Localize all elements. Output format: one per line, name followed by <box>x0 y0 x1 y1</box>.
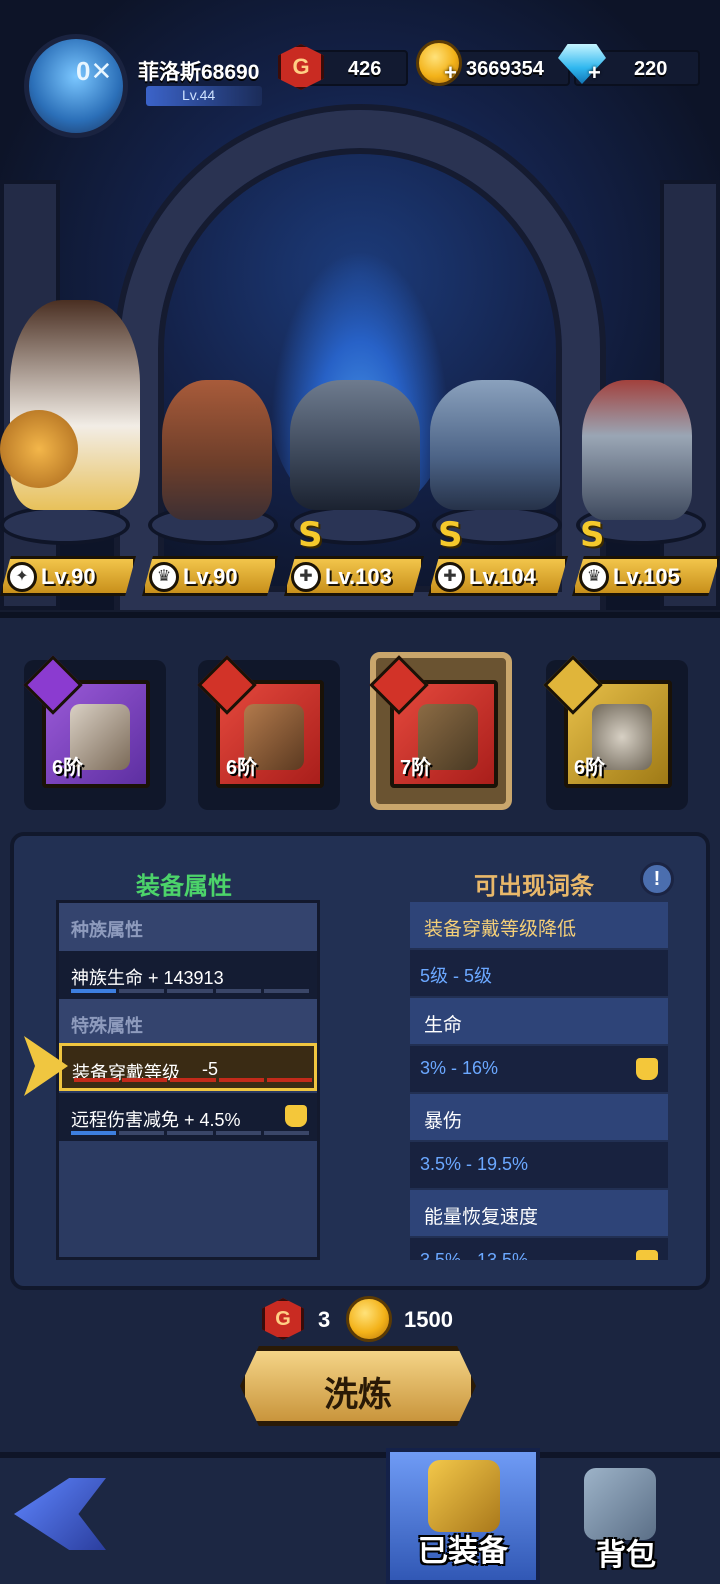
slot-tier: 6阶 <box>226 757 258 779</box>
affix-range-row: 3.5% - 19.5% <box>410 1142 668 1188</box>
wing-class-icon: ✦ <box>7 562 37 592</box>
tab-equipped[interactable]: 已装备 <box>386 1448 540 1584</box>
slot-tier: 6阶 <box>52 757 84 779</box>
thumbs-up-icon <box>636 1058 658 1080</box>
player-level-bar: Lv.44 <box>146 86 262 106</box>
gem-count: 426 <box>348 58 382 80</box>
affix-list: 装备穿戴等级降低 5级 - 5级 生命 3% - 16% 暴伤 3.5% - 1… <box>410 900 670 1260</box>
tab-bag-label: 背包 <box>596 1539 656 1572</box>
beast-class-icon: ♛ <box>149 562 179 592</box>
hero-level-tag: ✚ Lv.103 <box>284 556 424 596</box>
special-stat-label: 远程伤害减免 + 4.5% <box>71 1110 241 1130</box>
special-attribute-row-highlighted[interactable]: 装备穿戴等级 -5 <box>59 1043 317 1091</box>
hero-mech-spider[interactable] <box>430 380 560 510</box>
gem-cost: 3 <box>318 1307 331 1332</box>
refine-button-label: 洗炼 <box>324 1376 392 1414</box>
affix-range: 5级 - 5级 <box>420 966 493 986</box>
race-attribute-header: 种族属性 <box>59 903 317 951</box>
thumbs-up-icon <box>636 1250 658 1260</box>
affix-row: 暴伤 <box>410 1094 668 1140</box>
special-attribute-row[interactable]: 远程伤害减免 + 4.5% <box>59 1093 317 1141</box>
hero-level-tag: ♛ Lv.90 <box>142 556 278 596</box>
thumbs-up-icon <box>285 1105 307 1127</box>
affix-range: 3.5% - 19.5% <box>420 1154 529 1174</box>
affix-name: 暴伤 <box>424 1111 463 1132</box>
add-diamond-icon[interactable]: + <box>588 60 601 86</box>
slot-tier: 7阶 <box>400 757 432 779</box>
race-header-label: 种族属性 <box>71 920 143 940</box>
tab-bag[interactable]: 背包 <box>556 1460 696 1584</box>
affix-range-row: 3% - 16% <box>410 1046 668 1092</box>
hero-rank: S <box>298 515 323 555</box>
hero-level-tag: ✚ Lv.104 <box>428 556 568 596</box>
hero-fox[interactable] <box>162 380 272 520</box>
info-button[interactable]: ! <box>640 862 674 896</box>
hero-level: Lv.90 <box>183 564 238 589</box>
affix-range-row: 5级 - 5级 <box>410 950 668 996</box>
special-stat-value: -5 <box>202 1059 219 1079</box>
player-name: 菲洛斯68690 <box>138 61 260 84</box>
affix-name: 生命 <box>424 1015 463 1036</box>
hero-crow-mage[interactable] <box>582 380 692 520</box>
player-level: Lv.44 <box>182 87 216 103</box>
avatar-badge-icon: 0✕ <box>76 56 113 86</box>
wrench-class-icon: ✚ <box>291 562 321 592</box>
affix-range-row: 3.5% - 13.5% <box>410 1238 668 1260</box>
affix-range: 3.5% - 13.5% <box>420 1250 529 1260</box>
hero-mech-beast[interactable] <box>290 380 420 510</box>
affix-row: 生命 <box>410 998 668 1044</box>
affix-name: 能量恢复速度 <box>424 1207 539 1228</box>
affixes-title: 可出现词条 <box>474 873 594 900</box>
stat-progress-bar <box>71 1131 310 1135</box>
beast-class-icon: ♛ <box>579 562 609 592</box>
hero-rank: S <box>580 515 605 555</box>
refine-button[interactable]: 洗炼 <box>240 1346 476 1426</box>
tab-equipped-label: 已装备 <box>418 1535 508 1568</box>
attributes-title: 装备属性 <box>136 873 232 900</box>
hero-rank: S <box>438 515 463 555</box>
stat-progress-bar <box>74 1078 313 1082</box>
attribute-list: 种族属性 神族生命 + 143913 特殊属性 装备穿戴等级 -5 远程伤害减免… <box>56 900 320 1260</box>
hero-level: Lv.90 <box>41 564 96 589</box>
hero-level: Lv.103 <box>325 564 392 589</box>
slot-tier: 6阶 <box>574 757 606 779</box>
affix-range: 3% - 16% <box>420 1058 499 1078</box>
special-header-label: 特殊属性 <box>71 1016 143 1036</box>
wrench-class-icon: ✚ <box>435 562 465 592</box>
special-attribute-header: 特殊属性 <box>59 999 317 1047</box>
equipment-crest-icon <box>428 1460 500 1532</box>
hero-level-tag: ♛ Lv.105 <box>572 556 720 596</box>
affix-name: 装备穿戴等级降低 <box>424 919 577 940</box>
diamond-count: 220 <box>634 58 668 80</box>
race-attribute-row: 神族生命 + 143913 <box>59 951 317 999</box>
hero-level: Lv.104 <box>469 564 536 589</box>
add-gold-icon[interactable]: + <box>444 60 457 86</box>
gold-cost: 1500 <box>404 1307 453 1332</box>
affix-row: 装备穿戴等级降低 <box>410 902 668 948</box>
affix-row: 能量恢复速度 <box>410 1190 668 1236</box>
hero-level: Lv.105 <box>613 564 680 589</box>
race-stat-label: 神族生命 + 143913 <box>71 968 224 988</box>
hero-level-tag: ✦ Lv.90 <box>0 556 136 596</box>
hero-platform <box>0 505 130 545</box>
stat-progress-bar <box>71 989 310 993</box>
golden-shield-icon <box>0 410 78 488</box>
gold-count: 3669354 <box>466 58 544 80</box>
gold-cost-icon <box>346 1296 392 1342</box>
